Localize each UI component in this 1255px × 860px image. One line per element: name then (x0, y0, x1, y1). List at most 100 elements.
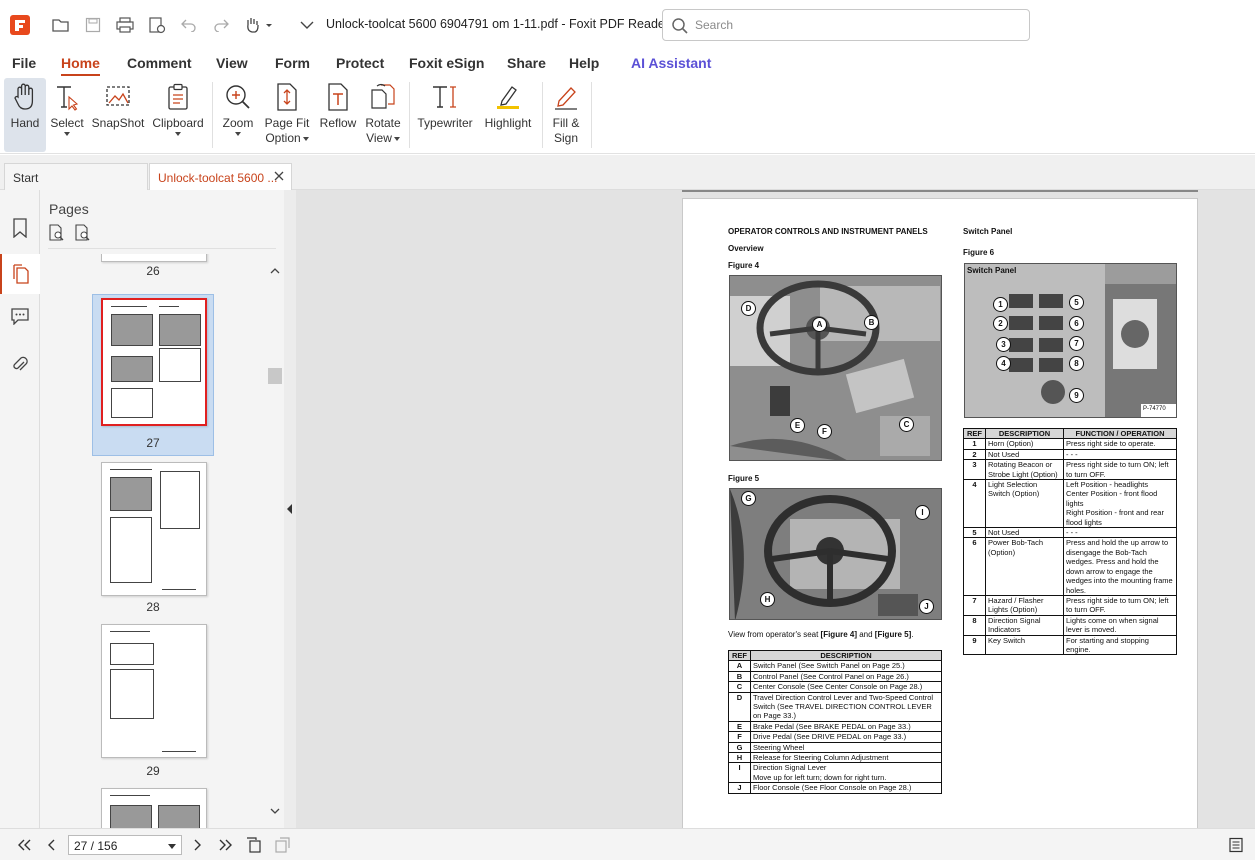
document-view[interactable]: OPERATOR CONTROLS AND INSTRUMENT PANELS … (296, 190, 1255, 828)
undo-icon[interactable] (178, 14, 200, 36)
figure-caption: Figure 4 (728, 261, 760, 270)
table-cell: Rotating Beacon or Strobe Light (Option) (985, 459, 1064, 481)
customize-dropdown-icon[interactable] (296, 14, 318, 36)
close-tab-icon[interactable] (272, 169, 286, 183)
print-setup-icon[interactable] (146, 14, 168, 36)
photo-code: P-74770 (1143, 406, 1166, 412)
typewriter-button[interactable]: Typewriter (416, 78, 474, 152)
tab-help[interactable]: Help (569, 55, 599, 71)
snapshot-button[interactable]: SnapShot (92, 78, 144, 152)
last-page-icon[interactable] (216, 835, 236, 855)
rotate-label-line1: Rotate (365, 116, 401, 130)
collapse-panel-icon[interactable] (284, 502, 296, 516)
table-row: 7 Hazard / Flasher Lights (Option) Press r… (963, 594, 1177, 616)
panel-collapse-bar[interactable] (284, 190, 296, 828)
page-thumbnail-27[interactable] (101, 298, 207, 426)
page-thumbnail-28[interactable] (101, 462, 207, 596)
next-page-icon[interactable] (187, 835, 207, 855)
figure-callout: C (899, 417, 914, 432)
redo-icon[interactable] (210, 14, 232, 36)
table-cell: Brake Pedal (See BRAKE PEDAL on Page 33.… (750, 720, 942, 733)
figure-callout: 8 (1069, 356, 1084, 371)
page-thumbnail-26[interactable] (101, 254, 207, 262)
figure-callout: 7 (1069, 336, 1084, 351)
thumb-text-line (162, 751, 196, 752)
figure-6-photo: Switch Panel P-74770 1 5 2 6 3 7 4 8 9 (964, 263, 1177, 418)
bookmarks-icon[interactable] (0, 208, 40, 248)
table-cell-ref: 4 (963, 479, 986, 529)
page-fit-icon (275, 78, 299, 116)
figure-callout: H (760, 592, 775, 607)
tab-ai-assistant[interactable]: AI Assistant (631, 55, 711, 71)
hand-dropdown-icon[interactable] (242, 14, 276, 36)
scroll-up-icon[interactable] (268, 266, 282, 276)
previous-view-icon[interactable] (244, 835, 264, 855)
hand-button[interactable]: Hand (4, 78, 46, 152)
tab-document[interactable]: Unlock-toolcat 5600 ... (149, 163, 292, 191)
first-page-icon[interactable] (14, 835, 34, 855)
tab-view[interactable]: View (216, 55, 248, 71)
table-cell: Switch Panel (See Switch Panel on Page 2… (750, 660, 942, 672)
table-header: DESCRIPTION (985, 427, 1064, 440)
table-row: C Center Console (See Center Console on P… (728, 681, 942, 693)
attachments-icon[interactable] (0, 344, 40, 384)
next-view-icon[interactable] (272, 835, 292, 855)
table-cell-ref: 5 (963, 527, 986, 539)
zoom-in-thumbnails-icon[interactable] (48, 224, 66, 242)
tab-home[interactable]: Home (61, 55, 100, 76)
fill-sign-label-line1: Fill & (552, 116, 580, 130)
table-row: 4 Light Selection Switch (Option) Left Pos… (963, 479, 1177, 529)
fill-and-sign-button[interactable]: Fill & Sign (548, 78, 584, 152)
thumb-table (159, 348, 201, 382)
pages-icon[interactable] (0, 254, 40, 294)
zoom-out-thumbnails-icon[interactable] (74, 224, 92, 242)
table-cell-ref: C (728, 681, 751, 693)
tab-foxit-esign[interactable]: Foxit eSign (409, 55, 484, 71)
ribbon-separator (212, 82, 213, 148)
figure-callout: E (790, 418, 805, 433)
search-input[interactable] (695, 16, 1015, 34)
zoom-button[interactable]: Zoom (219, 78, 257, 152)
table-cell: - - - (1063, 527, 1177, 539)
save-icon[interactable] (82, 14, 104, 36)
view-caption: View from operator's seat [Figure 4] and… (728, 630, 913, 639)
page-fit-option-button[interactable]: Page Fit Option (262, 78, 312, 152)
typewriter-icon (430, 78, 460, 116)
table-cell: Key Switch (985, 634, 1064, 656)
tab-form[interactable]: Form (275, 55, 310, 71)
page-number-label: 27 (146, 436, 160, 450)
rotate-view-button[interactable]: Rotate View (362, 78, 404, 152)
figure-callout: D (741, 301, 756, 316)
tab-protect[interactable]: Protect (336, 55, 384, 71)
open-icon[interactable] (50, 14, 72, 36)
page-thumbnail-29[interactable] (101, 624, 207, 758)
scrollbar-thumb[interactable] (268, 368, 282, 384)
page-thumbnail-30[interactable] (101, 788, 207, 828)
search-box[interactable] (662, 9, 1030, 41)
page-layout-icon[interactable] (1226, 835, 1246, 855)
clipboard-button[interactable]: Clipboard (150, 78, 206, 152)
tab-comment[interactable]: Comment (127, 55, 192, 71)
foxit-logo-icon (10, 15, 30, 35)
comments-icon[interactable] (0, 296, 40, 336)
reflow-button[interactable]: Reflow (317, 78, 359, 152)
page-number-input[interactable]: 27 / 156 (68, 835, 182, 855)
print-icon[interactable] (114, 14, 136, 36)
clipboard-icon (165, 78, 191, 116)
tab-share[interactable]: Share (507, 55, 546, 71)
thumb-text-line (162, 589, 196, 590)
thumb-table (111, 388, 153, 418)
table-row: 6 Power Bob-Tach (Option) Press and hold t… (963, 537, 1177, 596)
page-dropdown-icon[interactable] (168, 844, 176, 849)
highlight-button[interactable]: Highlight (480, 78, 536, 152)
select-button[interactable]: Select (48, 78, 86, 152)
tab-file[interactable]: File (12, 55, 36, 71)
scroll-down-icon[interactable] (268, 806, 282, 816)
fill-sign-label-line2: Sign (553, 131, 578, 145)
thumbnail-scrollbar[interactable] (268, 254, 284, 828)
previous-page-icon[interactable] (42, 835, 62, 855)
tab-start[interactable]: Start (4, 163, 148, 190)
fill-sign-label: Fill & Sign (553, 116, 580, 146)
table-row: J Floor Console (See Floor Console on Pag… (728, 782, 942, 794)
snapshot-icon (104, 78, 132, 116)
